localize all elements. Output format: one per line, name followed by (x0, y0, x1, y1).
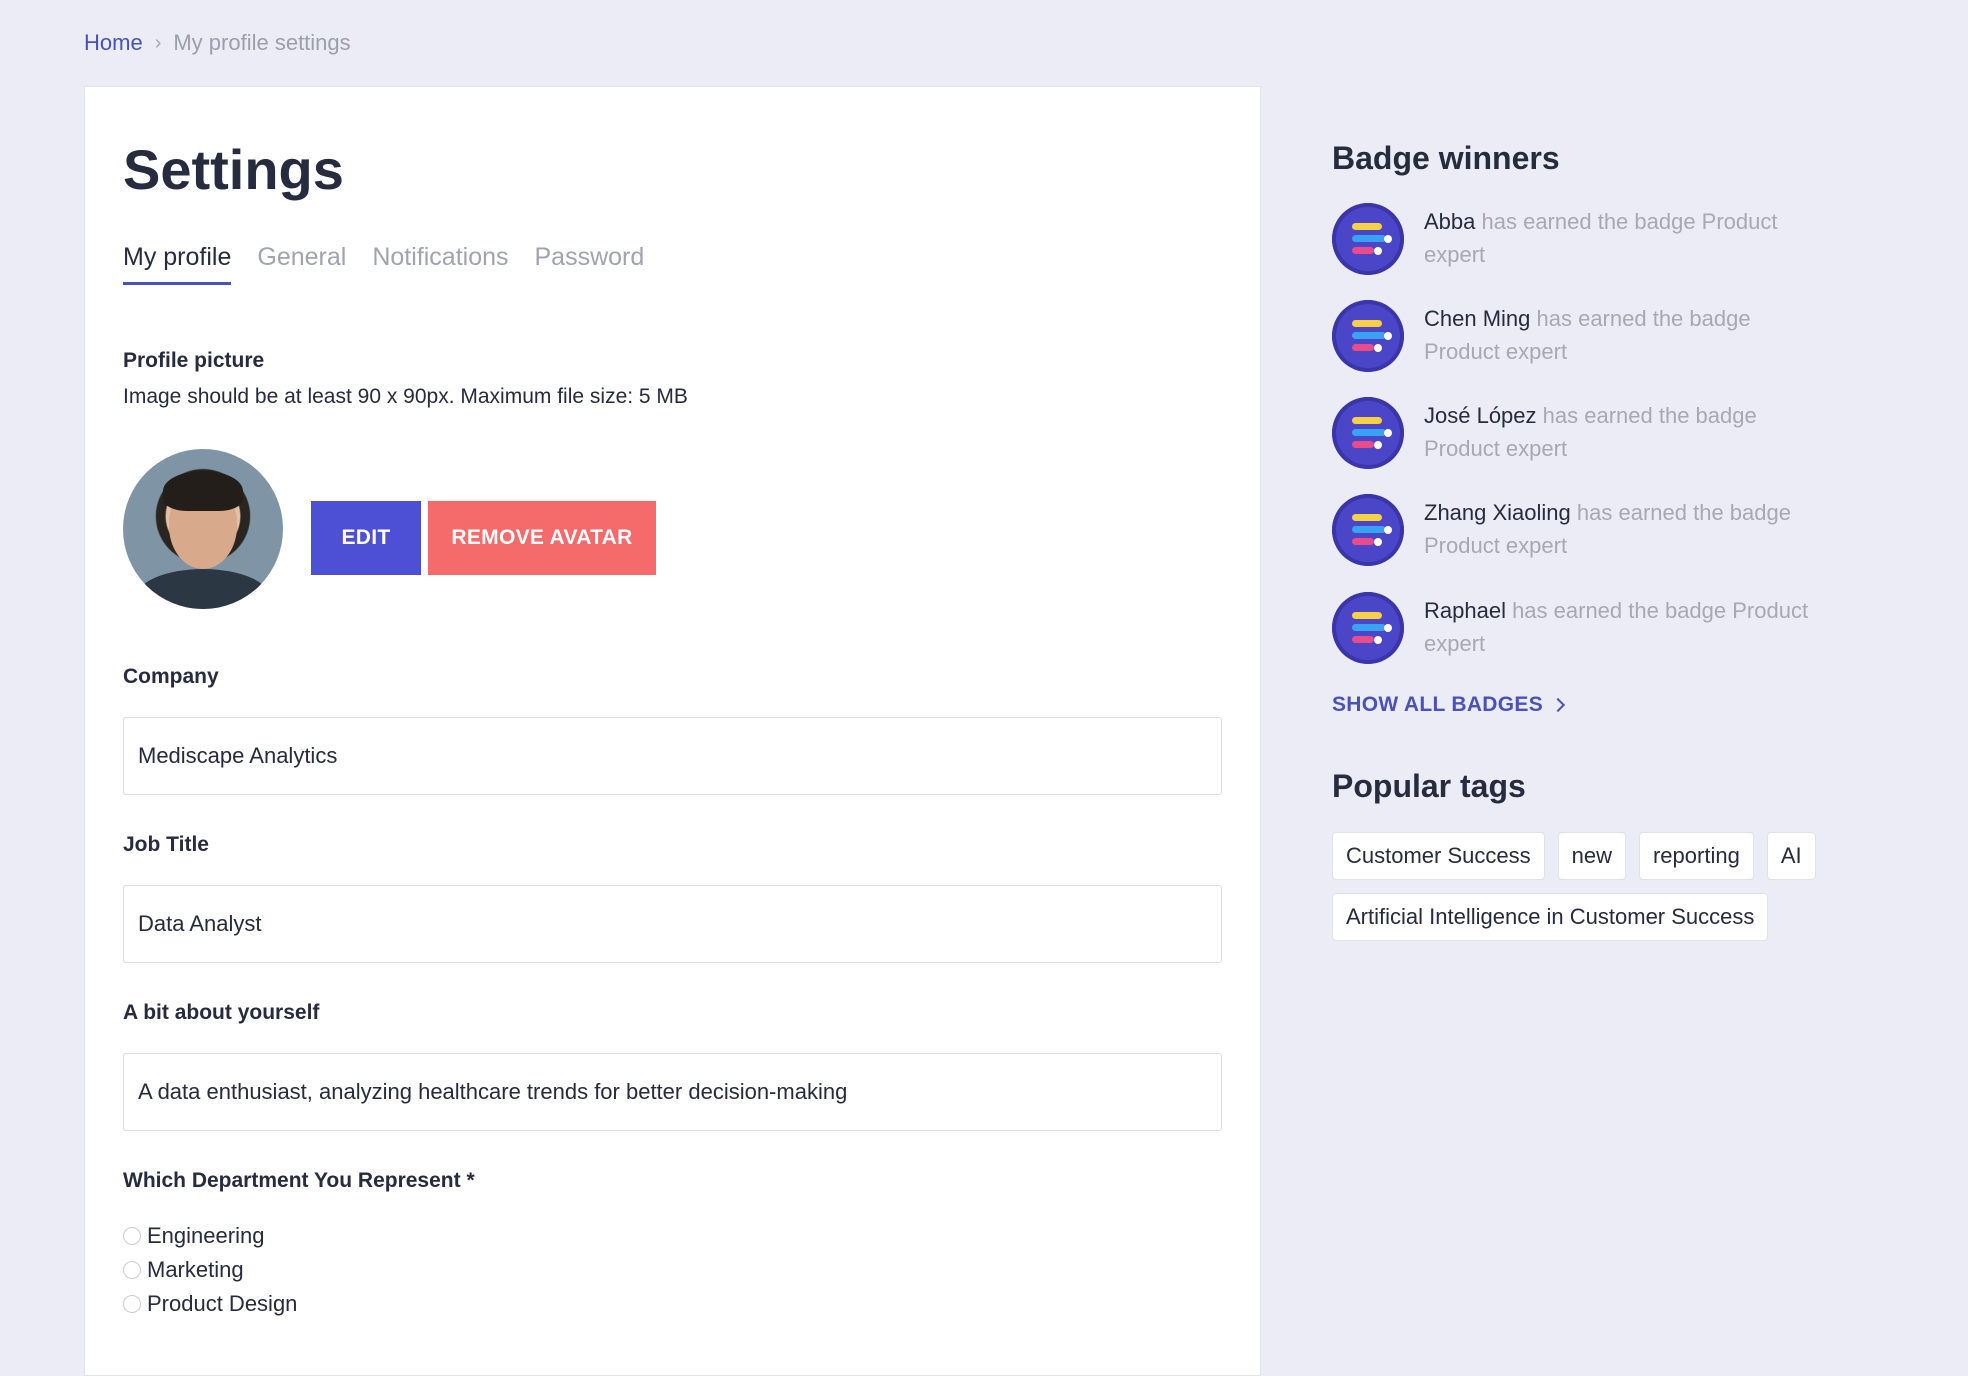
tag-new[interactable]: new (1557, 832, 1626, 880)
badge-winner-text: José López has earned the badge Product … (1424, 397, 1757, 469)
product-expert-badge-icon (1332, 592, 1404, 664)
job-title-label: Job Title (123, 833, 209, 856)
department-option-marketing[interactable]: Marketing (123, 1257, 244, 1283)
radio-button[interactable] (123, 1227, 141, 1245)
badge-winner-item: Chen Ming has earned the badge Product e… (1332, 300, 1852, 372)
badge-winner-name[interactable]: Raphael (1424, 598, 1506, 623)
badge-winner-name[interactable]: Chen Ming (1424, 306, 1530, 331)
breadcrumb: Home › My profile settings (84, 30, 351, 56)
show-all-badges-label: SHOW ALL BADGES (1332, 693, 1544, 716)
breadcrumb-home-link[interactable]: Home (84, 30, 143, 56)
badge-winner-description: expert (1424, 631, 1486, 656)
show-all-badges-link[interactable]: SHOW ALL BADGES (1332, 693, 1566, 717)
company-input[interactable]: Mediscape Analytics (123, 717, 1222, 795)
popular-tags-list: Customer Success new reporting AI Artifi… (1332, 832, 1852, 941)
tab-notifications[interactable]: Notifications (372, 243, 508, 285)
badge-winner-description: Product expert (1424, 533, 1568, 558)
tag-ai-in-customer-success[interactable]: Artificial Intelligence in Customer Succ… (1332, 893, 1769, 941)
department-option-product-design[interactable]: Product Design (123, 1291, 297, 1317)
radio-button[interactable] (123, 1261, 141, 1279)
badge-winner-item: José López has earned the badge Product … (1332, 397, 1852, 469)
badge-winner-description: has earned the badge (1570, 500, 1791, 525)
product-expert-badge-icon (1332, 300, 1404, 372)
chevron-right-icon: › (154, 31, 162, 54)
chevron-right-icon (1550, 697, 1566, 713)
department-option-engineering[interactable]: Engineering (123, 1223, 264, 1249)
avatar-hair (163, 471, 243, 511)
tab-password[interactable]: Password (535, 243, 645, 285)
badge-winner-name[interactable]: José López (1424, 403, 1537, 428)
avatar (123, 449, 283, 609)
badge-winner-text: Raphael has earned the badge Product exp… (1424, 592, 1808, 664)
badge-winner-name[interactable]: Abba (1424, 209, 1475, 234)
company-label: Company (123, 665, 219, 688)
radio-button[interactable] (123, 1295, 141, 1313)
badge-winner-item: Zhang Xiaoling has earned the badge Prod… (1332, 494, 1852, 566)
remove-avatar-button[interactable]: REMOVE AVATAR (428, 501, 656, 575)
profile-picture-label: Profile picture (123, 349, 265, 372)
tag-ai[interactable]: AI (1766, 832, 1816, 880)
badge-winner-text: Chen Ming has earned the badge Product e… (1424, 300, 1751, 372)
product-expert-badge-icon (1332, 203, 1404, 275)
about-label: A bit about yourself (123, 1001, 320, 1024)
breadcrumb-current: My profile settings (173, 30, 351, 55)
badge-winner-item: Abba has earned the badge Product expert (1332, 203, 1852, 275)
tab-general[interactable]: General (257, 243, 346, 285)
badge-winner-text: Zhang Xiaoling has earned the badge Prod… (1424, 494, 1791, 566)
badge-winner-text: Abba has earned the badge Product expert (1424, 203, 1778, 275)
job-title-input[interactable]: Data Analyst (123, 885, 1222, 963)
profile-picture-hint: Image should be at least 90 x 90px. Maxi… (123, 385, 688, 408)
tab-my-profile[interactable]: My profile (123, 243, 232, 285)
radio-label: Marketing (147, 1257, 244, 1282)
badge-winner-description: has earned the badge (1530, 306, 1751, 331)
tag-customer-success[interactable]: Customer Success (1332, 832, 1545, 880)
settings-card: Settings My profile General Notification… (84, 86, 1261, 1376)
badge-winner-description: Product expert (1424, 339, 1568, 364)
badge-winner-description: expert (1424, 242, 1486, 267)
badge-winner-description: has earned the badge Product (1475, 209, 1778, 234)
department-label: Which Department You Represent * (123, 1169, 475, 1192)
popular-tags-heading: Popular tags (1332, 768, 1526, 804)
page-title: Settings (123, 138, 344, 201)
badge-winners-heading: Badge winners (1332, 140, 1560, 176)
settings-tabs: My profile General Notifications Passwor… (123, 243, 644, 285)
radio-label: Product Design (147, 1291, 298, 1316)
badge-winner-description: Product expert (1424, 436, 1568, 461)
tag-reporting[interactable]: reporting (1638, 832, 1754, 880)
product-expert-badge-icon (1332, 494, 1404, 566)
badge-winner-item: Raphael has earned the badge Product exp… (1332, 592, 1852, 664)
radio-label: Engineering (147, 1223, 265, 1248)
badge-winner-description: has earned the badge Product (1505, 598, 1809, 623)
badge-winner-description: has earned the badge (1536, 403, 1757, 428)
badge-winner-name[interactable]: Zhang Xiaoling (1424, 500, 1571, 525)
product-expert-badge-icon (1332, 397, 1404, 469)
about-input[interactable]: A data enthusiast, analyzing healthcare … (123, 1053, 1222, 1131)
avatar-shirt (135, 569, 271, 609)
edit-avatar-button[interactable]: EDIT (311, 501, 421, 575)
